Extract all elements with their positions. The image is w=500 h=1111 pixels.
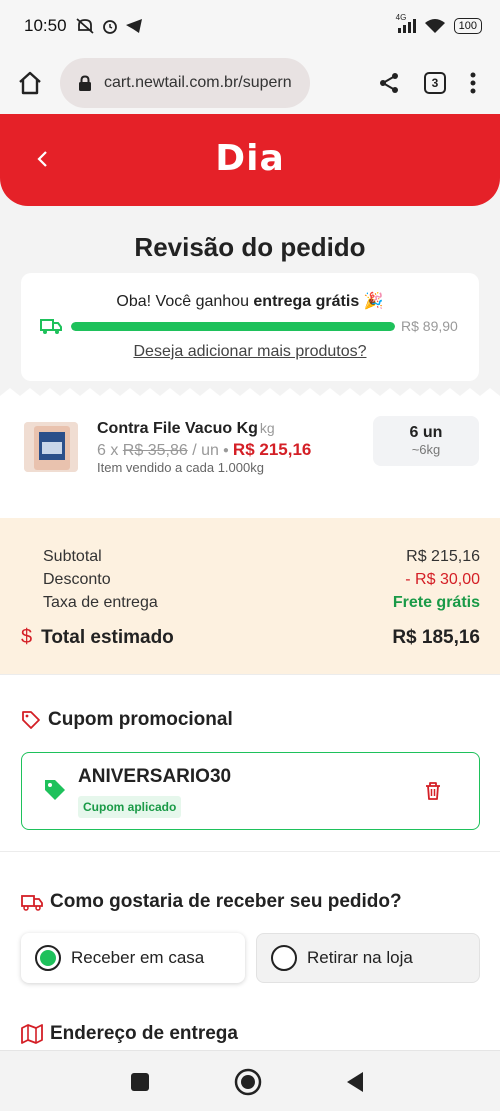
page-title: Revisão do pedido <box>134 232 366 262</box>
wifi-icon <box>424 19 445 33</box>
discount-value: - R$ 30,00 <box>405 571 480 588</box>
section-divider <box>0 851 500 852</box>
recents-button[interactable] <box>125 1067 155 1097</box>
coupon-section-label: Cupom promocional <box>48 709 233 730</box>
total-row: $ Total estimado R$ 185,16 <box>21 626 480 649</box>
share-icon[interactable] <box>378 72 400 94</box>
alarm-icon <box>102 20 117 34</box>
checkout-options-panel: Cupom promocional ANIVERSARIO30 Cupom ap… <box>0 674 500 1050</box>
home-button[interactable] <box>0 53 60 113</box>
product-name[interactable]: Contra File Vacuo Kg kg <box>97 420 275 438</box>
option-receive-at-home[interactable]: Receber em casa <box>21 933 245 983</box>
truck-icon <box>40 319 62 334</box>
zigzag-edge-top <box>0 388 500 400</box>
free-delivery-card: Oba! Você ganhou entrega grátis 🎉 R$ 89,… <box>21 273 479 381</box>
free-delivery-progress <box>71 322 395 331</box>
delivery-method-title: Como gostaria de receber seu pedido? <box>21 891 402 913</box>
add-more-products-link[interactable]: Deseja adicionar mais produtos? <box>21 343 479 361</box>
free-delivery-highlight: entrega grátis <box>253 293 360 310</box>
option-label: Receber em casa <box>71 948 205 967</box>
discount-label: Desconto <box>43 571 111 588</box>
coupon-section-title: Cupom promocional <box>21 709 233 731</box>
free-delivery-text: Oba! Você ganhou <box>116 293 254 310</box>
delivery-fee-value: Frete grátis <box>392 594 480 611</box>
total-value: R$ 185,16 <box>392 626 480 648</box>
total-label: Total estimado <box>41 626 174 648</box>
tag-outline-icon <box>22 711 40 729</box>
option-label: Retirar na loja <box>307 948 413 967</box>
circle-home-icon <box>234 1068 262 1096</box>
triangle-back-icon <box>347 1072 363 1092</box>
system-nav-bar <box>0 1050 500 1111</box>
telegram-icon <box>125 19 142 33</box>
coupon-code: ANIVERSARIO30 <box>78 766 232 787</box>
tag-filled-icon <box>45 780 65 800</box>
quantity-value: 6 un <box>409 424 443 441</box>
radio-unselected-icon <box>271 945 297 971</box>
store-header: Dia <box>0 114 500 206</box>
delivery-method-question: Como gostaria de receber seu pedido? <box>50 891 402 912</box>
status-time: 10:50 <box>24 16 67 35</box>
status-bar: 10:50 4G 100 <box>0 0 500 52</box>
url-field[interactable]: cart.newtail.com.br/supern <box>60 58 310 108</box>
quantity-weight: ~6kg <box>411 442 441 457</box>
product-name-text: Contra File Vacuo Kg <box>97 420 258 437</box>
option-pickup-in-store[interactable]: Retirar na loja <box>256 933 480 983</box>
product-sold-per: Item vendido a cada 1.000kg <box>97 460 264 475</box>
browser-url-bar: cart.newtail.com.br/supern 3 <box>0 52 500 114</box>
signal-icon: 4G <box>396 13 416 33</box>
address-section-title: Endereço de entrega <box>21 1023 238 1045</box>
delivery-fee-row: Taxa de entrega Frete grátis <box>43 594 480 612</box>
square-icon <box>131 1073 149 1091</box>
home-nav-button[interactable] <box>233 1067 263 1097</box>
product-qty-prefix: 6 x <box>97 442 119 459</box>
product-image <box>24 422 78 472</box>
network-type-label: 4G <box>395 13 407 22</box>
subtotal-value: R$ 215,16 <box>406 548 480 565</box>
back-nav-button[interactable] <box>340 1067 370 1097</box>
truck-outline-icon <box>21 895 43 911</box>
lock-icon <box>79 74 91 91</box>
brand-logo: Dia <box>215 138 285 179</box>
status-icons-left <box>75 17 143 35</box>
tab-switcher-button[interactable]: 3 <box>424 72 446 94</box>
quantity-selector[interactable]: 6 un ~6kg <box>373 416 479 466</box>
remove-coupon-trash-icon[interactable] <box>424 781 442 801</box>
product-price-line: 6 x R$ 35,86 / un ● R$ 215,16 <box>97 440 311 460</box>
subtotal-label: Subtotal <box>43 548 102 565</box>
party-emoji: 🎉 <box>363 293 384 310</box>
separator-dot: ● <box>222 445 229 457</box>
more-options-icon[interactable] <box>470 72 476 94</box>
address-section-label: Endereço de entrega <box>50 1023 238 1044</box>
product-total-price: R$ 215,16 <box>232 440 312 459</box>
free-delivery-progress-fill <box>71 322 395 331</box>
order-summary: Subtotal R$ 215,16 Desconto - R$ 30,00 T… <box>0 518 500 674</box>
cart-item-section: Contra File Vacuo Kg kg 6 x R$ 35,86 / un… <box>0 388 500 526</box>
map-icon <box>21 1024 43 1044</box>
product-unit-price: R$ 35,86 <box>122 442 188 459</box>
subtotal-row: Subtotal R$ 215,16 <box>43 548 480 566</box>
home-icon <box>19 71 41 95</box>
product-unit-suffix: / un <box>192 442 219 459</box>
delivery-fee-label: Taxa de entrega <box>43 594 158 611</box>
coupon-applied-badge: Cupom aplicado <box>78 796 182 818</box>
dollar-icon: $ <box>21 626 33 648</box>
free-delivery-threshold: R$ 89,90 <box>401 318 458 334</box>
product-unit: kg <box>259 420 275 436</box>
discount-row: Desconto - R$ 30,00 <box>43 571 480 589</box>
battery-icon: 100 <box>453 18 482 34</box>
url-text: cart.newtail.com.br/supern <box>104 74 292 91</box>
applied-coupon-card: ANIVERSARIO30 Cupom aplicado <box>21 752 480 830</box>
free-delivery-message: Oba! Você ganhou entrega grátis 🎉 <box>21 291 479 311</box>
radio-selected-icon <box>35 945 61 971</box>
mute-icon <box>75 18 94 34</box>
